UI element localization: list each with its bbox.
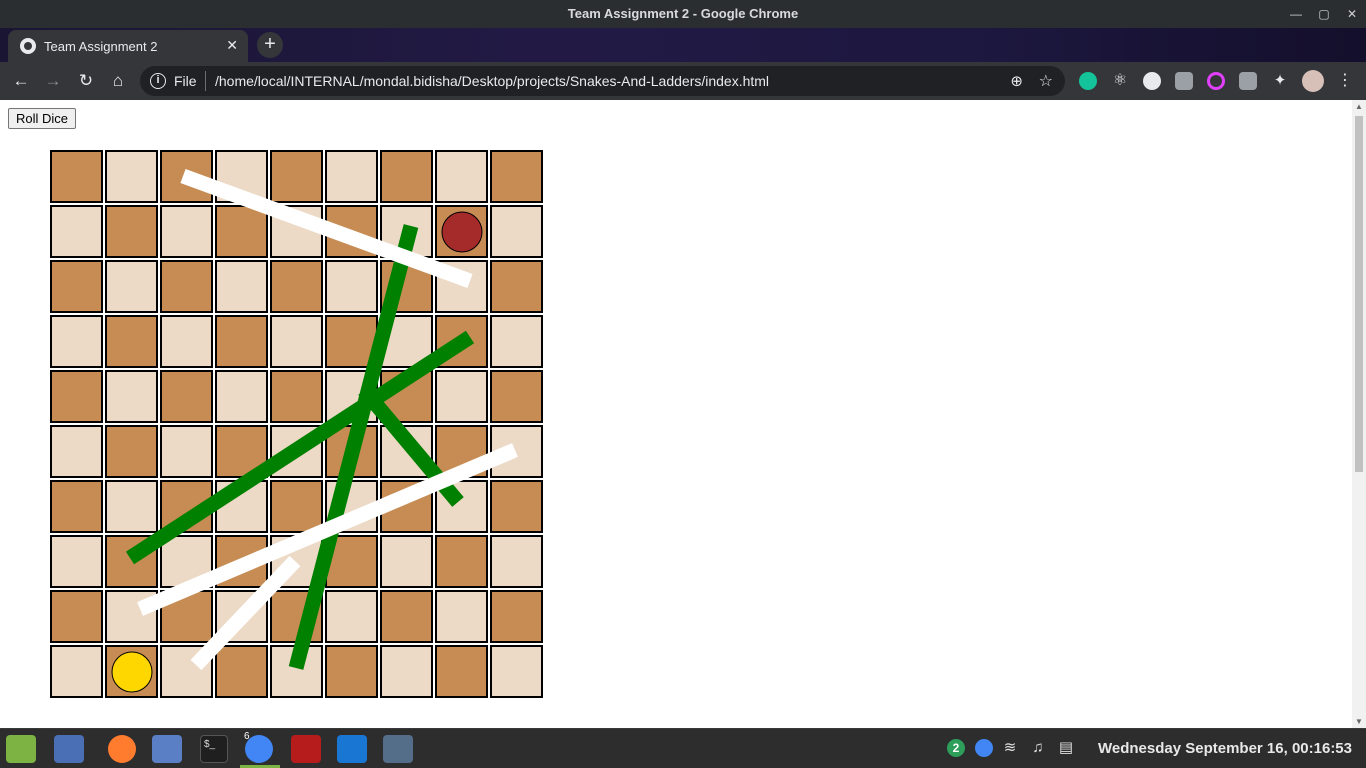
bookmark-star-icon[interactable]: ☆ <box>1039 71 1053 91</box>
clipboard-icon[interactable]: ▤ <box>1057 739 1075 757</box>
omnibox-divider <box>205 71 206 91</box>
extension-k-icon[interactable] <box>1175 72 1193 90</box>
info-icon[interactable]: i <box>150 73 166 89</box>
chrome-window-count: 6 <box>244 731 250 742</box>
extension-e-icon[interactable] <box>1239 72 1257 90</box>
home-icon[interactable]: ⌂ <box>107 70 129 92</box>
profile-avatar[interactable] <box>1302 70 1324 92</box>
browser-toolbar: ← → ↻ ⌂ i File /home/local/INTERNAL/mond… <box>0 62 1366 100</box>
react-devtools-icon[interactable]: ⚛ <box>1111 72 1129 90</box>
player-token-red <box>441 211 483 253</box>
taskbar-clock[interactable]: Wednesday September 16, 00:16:53 <box>1098 740 1352 757</box>
vscode-icon[interactable] <box>337 735 367 763</box>
tab-title: Team Assignment 2 <box>44 39 158 54</box>
reload-icon[interactable]: ↻ <box>75 70 97 92</box>
window-title: Team Assignment 2 - Google Chrome <box>567 6 799 21</box>
chrome-tray-icon[interactable] <box>975 739 993 757</box>
firefox-icon[interactable] <box>108 735 136 763</box>
url-scheme: File <box>174 73 197 89</box>
player-token-yellow <box>111 651 153 693</box>
show-desktop-icon[interactable] <box>54 735 84 763</box>
color-picker-icon[interactable] <box>1207 72 1225 90</box>
files-icon[interactable] <box>152 735 182 763</box>
notification-badge[interactable]: 2 <box>947 739 965 757</box>
extensions-puzzle-icon[interactable]: ✦ <box>1271 72 1289 90</box>
menu-kebab-icon[interactable]: ⋮ <box>1336 72 1354 90</box>
snake <box>137 443 518 616</box>
vertical-scrollbar[interactable]: ▲ ▼ <box>1352 100 1366 728</box>
music-note-icon[interactable]: ♫ <box>1029 739 1047 757</box>
mint-menu-icon[interactable] <box>6 735 36 763</box>
taskbar: $_ 6 2 ≋ ♫ ▤ Wednesday September 16, 00:… <box>0 728 1366 768</box>
forward-arrow-icon[interactable]: → <box>42 70 64 92</box>
tab-team-assignment[interactable]: Team Assignment 2 ✕ <box>8 30 248 62</box>
scroll-up-arrow-icon[interactable]: ▲ <box>1355 102 1363 111</box>
back-arrow-icon[interactable]: ← <box>10 70 32 92</box>
snake <box>180 168 473 289</box>
address-bar[interactable]: i File /home/local/INTERNAL/mondal.bidis… <box>140 66 1065 96</box>
grammarly-extension-icon[interactable] <box>1079 72 1097 90</box>
extension-circle-icon[interactable] <box>1143 72 1161 90</box>
terminal-icon[interactable]: $_ <box>200 735 228 763</box>
tab-close-icon[interactable]: ✕ <box>226 37 238 54</box>
page-viewport: Roll Dice ▲ ▼ <box>0 100 1366 728</box>
wifi-icon[interactable]: ≋ <box>1001 739 1019 757</box>
board-overlay <box>111 168 518 693</box>
scroll-down-arrow-icon[interactable]: ▼ <box>1355 717 1363 726</box>
globe-icon <box>20 38 36 54</box>
zoom-icon[interactable]: ⊕ <box>1010 72 1023 90</box>
url-text[interactable]: /home/local/INTERNAL/mondal.bidisha/Desk… <box>215 73 769 89</box>
minimize-button[interactable]: — <box>1287 5 1305 23</box>
new-tab-button[interactable]: + <box>257 32 283 58</box>
tab-strip: Team Assignment 2 ✕ + <box>0 28 1366 62</box>
window-titlebar: Team Assignment 2 - Google Chrome — ▢ ✕ <box>0 0 1366 28</box>
roll-dice-button[interactable]: Roll Dice <box>8 108 77 129</box>
maximize-button[interactable]: ▢ <box>1315 5 1333 23</box>
scroll-thumb[interactable] <box>1355 116 1363 472</box>
screenshot-icon[interactable] <box>383 735 413 763</box>
close-window-button[interactable]: ✕ <box>1343 5 1361 23</box>
terminal-red-icon[interactable] <box>291 735 321 763</box>
